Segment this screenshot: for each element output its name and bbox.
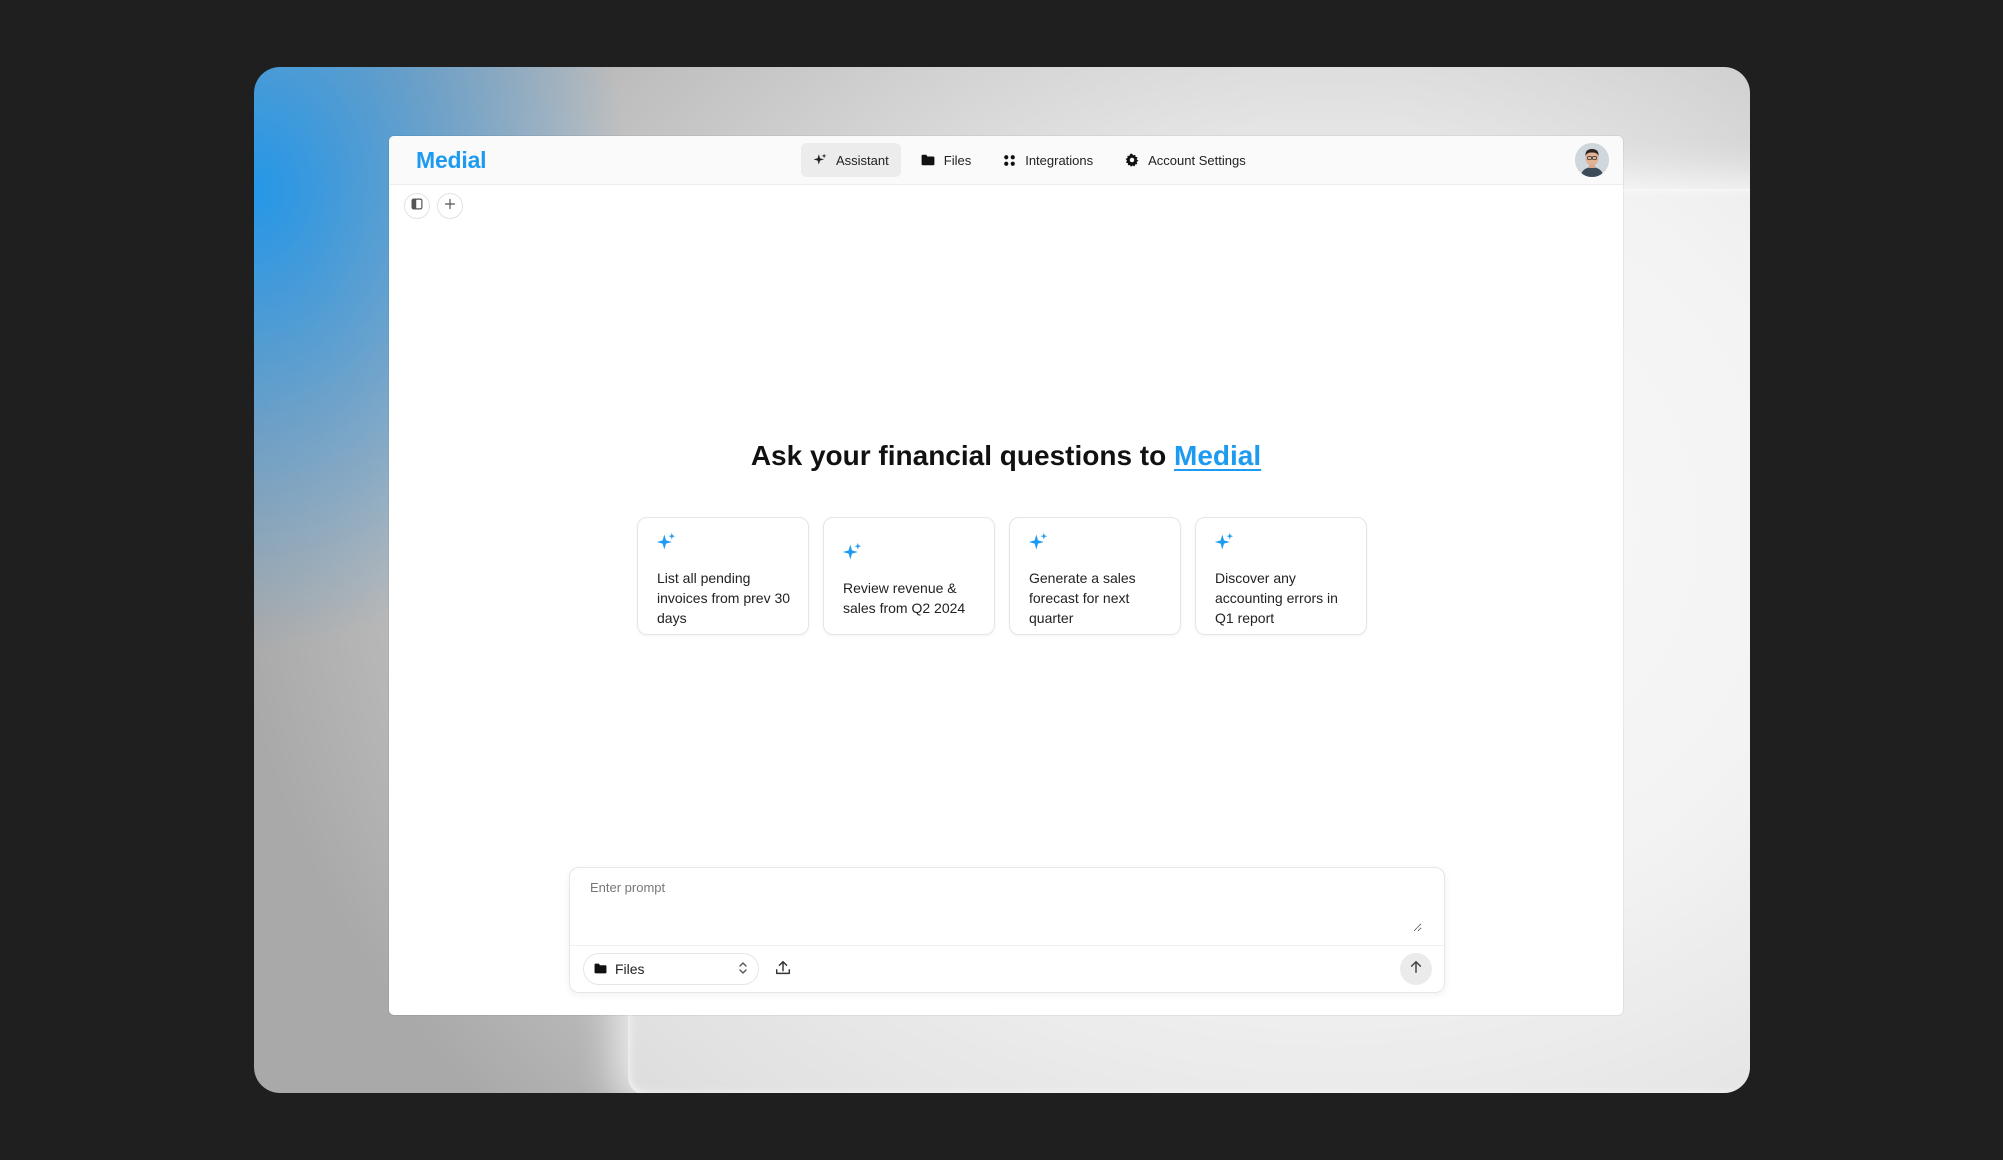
chevron-up-down-icon: [738, 961, 748, 978]
sparkle-icon: [1214, 532, 1234, 557]
app-window: Medial Assistant Files Integrations Acco…: [389, 136, 1623, 1015]
brand-logo[interactable]: Medial: [416, 147, 487, 174]
sparkle-icon: [813, 153, 827, 167]
suggestion-card[interactable]: Generate a sales forecast for next quart…: [1009, 517, 1181, 635]
sparkle-icon: [656, 532, 676, 557]
page-title-brand-link[interactable]: Medial: [1174, 440, 1261, 471]
suggestion-card[interactable]: Review revenue & sales from Q2 2024: [823, 517, 995, 635]
nav-assistant-label: Assistant: [836, 152, 889, 168]
suggestion-cards: List all pending invoices from prev 30 d…: [637, 517, 1367, 635]
nav-assistant[interactable]: Assistant: [801, 143, 901, 177]
nav-integrations-label: Integrations: [1025, 152, 1094, 168]
main-nav: Assistant Files Integrations Account Set…: [801, 143, 1258, 177]
plus-icon: [444, 197, 456, 215]
folder-icon: [921, 154, 935, 166]
source-select[interactable]: Files: [583, 953, 759, 985]
top-navigation-bar: Medial Assistant Files Integrations Acco…: [389, 136, 1623, 185]
nav-account-settings-label: Account Settings: [1148, 152, 1246, 168]
gear-icon: [1125, 153, 1139, 167]
upload-icon: [774, 960, 792, 981]
nav-account-settings[interactable]: Account Settings: [1113, 143, 1258, 177]
sparkle-icon: [1028, 532, 1048, 557]
upload-button[interactable]: [774, 959, 794, 979]
prompt-divider: [570, 945, 1444, 946]
suggestion-text: Discover any accounting errors in Q1 rep…: [1215, 570, 1338, 626]
source-select-value: Files: [615, 961, 645, 977]
sparkle-icon: [842, 542, 862, 567]
arrow-up-icon: [1409, 960, 1423, 979]
suggestion-text: Generate a sales forecast for next quart…: [1029, 570, 1136, 626]
folder-icon: [594, 961, 607, 977]
nav-files[interactable]: Files: [909, 143, 983, 177]
suggestion-card[interactable]: Discover any accounting errors in Q1 rep…: [1195, 517, 1367, 635]
page-title-prefix: Ask your financial questions to: [750, 440, 1175, 471]
user-avatar[interactable]: [1575, 143, 1609, 177]
prompt-input[interactable]: [588, 878, 1422, 932]
prompt-box: Files: [569, 867, 1445, 993]
new-chat-button[interactable]: [437, 193, 463, 219]
suggestion-text: List all pending invoices from prev 30 d…: [657, 570, 791, 626]
suggestion-text: Review revenue & sales from Q2 2024: [843, 580, 966, 616]
send-button[interactable]: [1400, 953, 1432, 985]
sidebar-toggle-icon: [411, 197, 423, 215]
nav-files-label: Files: [943, 152, 972, 168]
grid-icon: [1003, 154, 1016, 167]
suggestion-card[interactable]: List all pending invoices from prev 30 d…: [637, 517, 809, 635]
nav-integrations[interactable]: Integrations: [991, 143, 1105, 177]
sidebar-toggle-button[interactable]: [404, 193, 430, 219]
page-title: Ask your financial questions to Medial: [389, 440, 1623, 472]
